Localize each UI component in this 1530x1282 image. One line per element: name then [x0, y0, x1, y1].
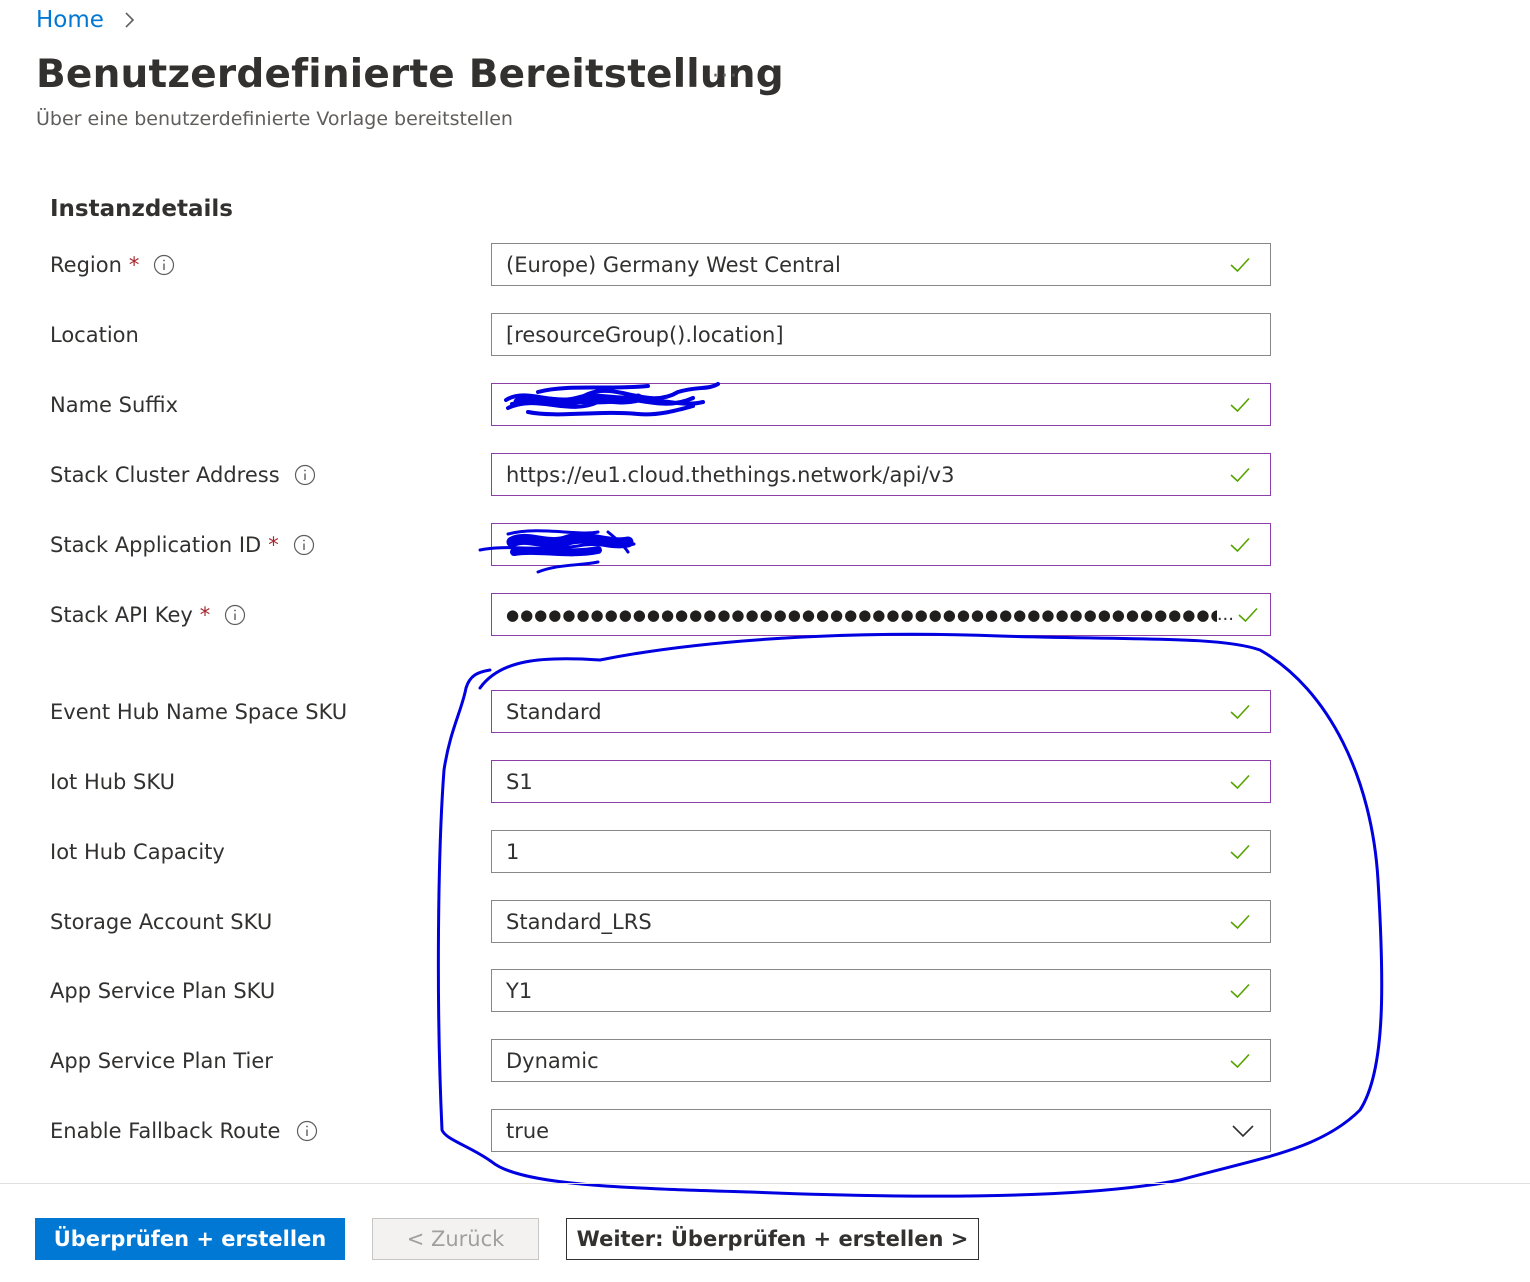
checkmark-icon — [1230, 257, 1250, 272]
info-icon[interactable] — [296, 1120, 318, 1142]
breadcrumb: Home — [36, 4, 140, 36]
field-label: Iot Hub Capacity — [50, 830, 225, 873]
info-icon[interactable] — [293, 534, 315, 556]
info-icon[interactable] — [224, 604, 246, 626]
iot-hub-sku-label: Iot Hub SKU — [50, 769, 175, 794]
stack-cluster-address-label: Stack Cluster Address — [50, 462, 280, 487]
info-icon[interactable] — [294, 464, 316, 486]
enable-fallback-route-label: Enable Fallback Route — [50, 1118, 281, 1143]
stack-api-key-password-input[interactable]: ●●●●●●●●●●●●●●●●●●●●●●●●●●●●●●●●●●●●●●●●… — [491, 593, 1271, 636]
hand-drawn-annotation-loop — [436, 632, 1384, 1198]
field-label: Name Suffix — [50, 383, 178, 426]
chevron-down-icon[interactable] — [1230, 1118, 1256, 1144]
form-row-name-suffix: Name Suffix — [0, 383, 1530, 426]
app-service-plan-sku-input[interactable]: Y1 — [491, 969, 1271, 1012]
iot-hub-capacity-label: Iot Hub Capacity — [50, 839, 225, 864]
checkmark-icon — [1230, 397, 1250, 412]
overflow-ellipsis: ... — [1216, 604, 1234, 625]
form-row-stack-cluster-address: Stack Cluster Address https://eu1.cloud.… — [0, 453, 1530, 496]
event-hub-sku-value: Standard — [506, 699, 602, 724]
next-review-create-button[interactable]: Weiter: Überprüfen + erstellen > — [566, 1218, 979, 1260]
app-service-plan-tier-value: Dynamic — [506, 1048, 599, 1073]
chevron-right-icon — [125, 12, 135, 28]
event-hub-sku-input[interactable]: Standard — [491, 690, 1271, 733]
location-value: [resourceGroup().location] — [506, 322, 784, 347]
app-service-plan-tier-label: App Service Plan Tier — [50, 1048, 273, 1073]
stack-application-id-input[interactable] — [491, 523, 1271, 566]
form-row-enable-fallback-route: Enable Fallback Route true — [0, 1109, 1530, 1152]
app-service-plan-tier-input[interactable]: Dynamic — [491, 1039, 1271, 1082]
field-label: Region * — [50, 243, 175, 286]
field-label: Location — [50, 313, 139, 356]
page-subtitle: Über eine benutzerdefinierte Vorlage ber… — [36, 108, 513, 130]
storage-account-sku-value: Standard_LRS — [506, 909, 652, 934]
required-asterisk: * — [128, 252, 140, 277]
stack-application-id-label: Stack Application ID — [50, 532, 262, 557]
field-label: Storage Account SKU — [50, 900, 272, 943]
field-label: App Service Plan Tier — [50, 1039, 273, 1082]
form-row-stack-api-key: Stack API Key * ●●●●●●●●●●●●●●●●●●●●●●●●… — [0, 593, 1530, 636]
info-icon[interactable] — [153, 254, 175, 276]
field-label: Iot Hub SKU — [50, 760, 175, 803]
stack-api-key-label: Stack API Key — [50, 602, 193, 627]
field-label: Stack Application ID * — [50, 523, 315, 566]
form-row-iot-hub-sku: Iot Hub SKU S1 — [0, 760, 1530, 803]
checkmark-icon — [1230, 1053, 1250, 1068]
stack-cluster-address-value: https://eu1.cloud.thethings.network/api/… — [506, 462, 955, 487]
checkmark-icon — [1230, 983, 1250, 998]
location-label: Location — [50, 322, 139, 347]
form-row-app-service-plan-sku: App Service Plan SKU Y1 — [0, 969, 1530, 1012]
review-create-button[interactable]: Überprüfen + erstellen — [35, 1218, 345, 1260]
form-row-location: Location [resourceGroup().location] — [0, 313, 1530, 356]
required-asterisk: * — [199, 602, 211, 627]
app-service-plan-sku-value: Y1 — [506, 978, 533, 1003]
region-value: (Europe) Germany West Central — [506, 252, 841, 277]
checkmark-icon — [1230, 467, 1250, 482]
form-row-event-hub-sku: Event Hub Name Space SKU Standard — [0, 690, 1530, 733]
footer-divider — [0, 1183, 1530, 1184]
stack-api-key-value: ●●●●●●●●●●●●●●●●●●●●●●●●●●●●●●●●●●●●●●●●… — [506, 605, 1217, 624]
app-service-plan-sku-label: App Service Plan SKU — [50, 978, 276, 1003]
iot-hub-capacity-value: 1 — [506, 839, 520, 864]
name-suffix-input[interactable] — [491, 383, 1271, 426]
checkmark-icon — [1230, 704, 1250, 719]
checkmark-icon — [1230, 774, 1250, 789]
iot-hub-sku-input[interactable]: S1 — [491, 760, 1271, 803]
section-title-instanzdetails: Instanzdetails — [50, 196, 233, 222]
checkmark-icon — [1230, 914, 1250, 929]
storage-account-sku-label: Storage Account SKU — [50, 909, 273, 934]
form-row-region: Region * (Europe) Germany West Central — [0, 243, 1530, 286]
region-select[interactable]: (Europe) Germany West Central — [491, 243, 1271, 286]
iot-hub-capacity-input[interactable]: 1 — [491, 830, 1271, 873]
storage-account-sku-input[interactable]: Standard_LRS — [491, 900, 1271, 943]
enable-fallback-route-dropdown[interactable]: true — [491, 1109, 1271, 1152]
checkmark-icon — [1238, 607, 1258, 622]
form-row-iot-hub-capacity: Iot Hub Capacity 1 — [0, 830, 1530, 873]
field-label: Enable Fallback Route — [50, 1109, 318, 1152]
required-asterisk: * — [268, 532, 279, 557]
name-suffix-label: Name Suffix — [50, 392, 178, 417]
form-row-stack-application-id: Stack Application ID * — [0, 523, 1530, 566]
field-label: App Service Plan SKU — [50, 969, 275, 1012]
page-title: Benutzerdefinierte Bereitstellung — [36, 52, 784, 97]
enable-fallback-route-value: true — [506, 1118, 550, 1143]
location-input[interactable]: [resourceGroup().location] — [491, 313, 1271, 356]
event-hub-sku-label: Event Hub Name Space SKU — [50, 699, 348, 724]
stack-cluster-address-input[interactable]: https://eu1.cloud.thethings.network/api/… — [491, 453, 1271, 496]
field-label: Event Hub Name Space SKU — [50, 690, 347, 733]
form-row-app-service-plan-tier: App Service Plan Tier Dynamic — [0, 1039, 1530, 1082]
checkmark-icon — [1230, 844, 1250, 859]
region-label: Region — [50, 252, 122, 277]
form-row-storage-account-sku: Storage Account SKU Standard_LRS — [0, 900, 1530, 943]
field-label: Stack API Key * — [50, 593, 246, 636]
more-icon[interactable]: ··· — [712, 64, 739, 89]
field-label: Stack Cluster Address — [50, 453, 316, 496]
back-button[interactable]: < Zurück — [372, 1218, 539, 1260]
iot-hub-sku-value: S1 — [506, 769, 533, 794]
breadcrumb-home-link[interactable]: Home — [36, 7, 104, 33]
checkmark-icon — [1230, 537, 1250, 552]
